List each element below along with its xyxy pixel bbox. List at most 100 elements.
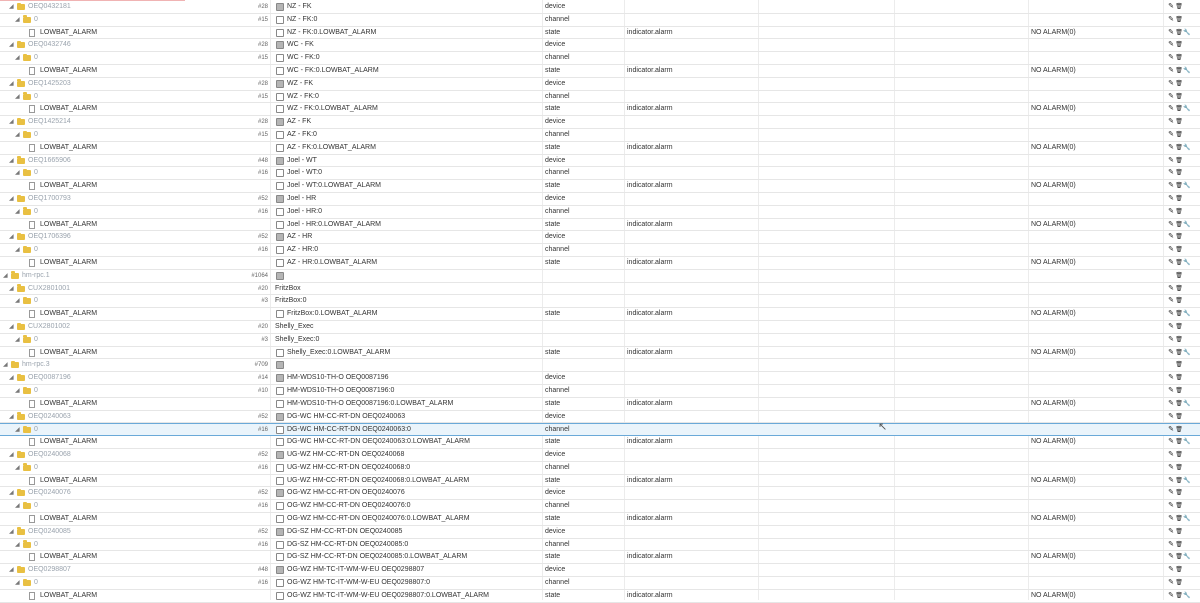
delete-icon[interactable]: 🗑 (1175, 91, 1183, 103)
expand-arrow-icon[interactable]: ◢ (15, 91, 20, 103)
wrench-icon[interactable]: 🔧 (1183, 513, 1191, 525)
edit-icon[interactable]: ✎ (1167, 411, 1175, 423)
table-row[interactable]: LOWBAT_ALARM WC - FK:0.LOWBAT_ALARM state i… (0, 65, 1200, 78)
table-row[interactable]: ◢ 0 #3 Shelly_Exec:0 ✎🗑 (0, 334, 1200, 347)
table-row[interactable]: LOWBAT_ALARM OG-WZ HM-CC-RT-DN OEQ0240076… (0, 513, 1200, 526)
table-row[interactable]: ◢ 0 #16 OG-WZ HM-TC-IT-WM-W-EU OEQ0298807:0… (0, 577, 1200, 590)
edit-icon[interactable]: ✎ (1167, 91, 1175, 103)
edit-icon[interactable]: ✎ (1167, 129, 1175, 141)
table-row[interactable]: ◢ OEQ0240068 #52 UG-WZ HM-CC-RT-DN OEQ02400… (0, 449, 1200, 462)
tree-label[interactable]: OEQ1665906 (28, 155, 71, 167)
wrench-icon[interactable]: 🔧 (1183, 65, 1191, 77)
delete-icon[interactable]: 🗑 (1175, 577, 1183, 589)
wrench-icon[interactable]: 🔧 (1183, 436, 1191, 448)
edit-icon[interactable]: ✎ (1167, 424, 1175, 435)
tree-label[interactable]: LOWBAT_ALARM (40, 103, 97, 115)
expand-arrow-icon[interactable]: ◢ (9, 155, 14, 167)
edit-icon[interactable]: ✎ (1167, 449, 1175, 461)
delete-icon[interactable]: 🗑 (1175, 449, 1183, 461)
expand-arrow-icon[interactable]: ◢ (9, 231, 14, 243)
table-row[interactable]: ◢ OEQ1700793 #52 Joel - HR device ✎🗑 (0, 193, 1200, 206)
expand-arrow-icon[interactable]: ◢ (15, 52, 20, 64)
delete-icon[interactable]: 🗑 (1175, 347, 1183, 359)
table-row[interactable]: ◢ OEQ1425203 #28 WZ - FK device ✎🗑 (0, 78, 1200, 91)
tree-label[interactable]: LOWBAT_ALARM (40, 513, 97, 525)
expand-arrow-icon[interactable]: ◢ (15, 206, 20, 218)
tree-label[interactable]: LOWBAT_ALARM (40, 347, 97, 359)
expand-arrow-icon[interactable]: ◢ (9, 526, 14, 538)
table-row[interactable]: ◢ hm-rpc.1 #1064 🗑 (0, 270, 1200, 283)
tree-label[interactable]: LOWBAT_ALARM (40, 142, 97, 154)
edit-icon[interactable]: ✎ (1167, 257, 1175, 269)
tree-label[interactable]: hm-rpc.1 (22, 270, 50, 282)
delete-icon[interactable]: 🗑 (1175, 500, 1183, 512)
edit-icon[interactable]: ✎ (1167, 1, 1175, 13)
wrench-icon[interactable]: 🔧 (1183, 180, 1191, 192)
delete-icon[interactable]: 🗑 (1175, 39, 1183, 51)
tree-label[interactable]: OEQ0240085 (28, 526, 71, 538)
tree-label[interactable]: 0 (34, 539, 38, 551)
delete-icon[interactable]: 🗑 (1175, 270, 1183, 282)
wrench-icon[interactable]: 🔧 (1183, 398, 1191, 410)
table-row[interactable]: LOWBAT_ALARM Joel - WT:0.LOWBAT_ALARM stat… (0, 180, 1200, 193)
edit-icon[interactable]: ✎ (1167, 27, 1175, 39)
tree-label[interactable]: 0 (34, 129, 38, 141)
tree-label[interactable]: LOWBAT_ALARM (40, 436, 97, 448)
table-row[interactable]: ◢ OEQ0432746 #28 WC - FK device ✎🗑 (0, 39, 1200, 53)
expand-arrow-icon[interactable]: ◢ (15, 385, 20, 397)
edit-icon[interactable]: ✎ (1167, 551, 1175, 563)
edit-icon[interactable]: ✎ (1167, 564, 1175, 576)
expand-arrow-icon[interactable]: ◢ (15, 462, 20, 474)
tree-label[interactable]: OEQ1706396 (28, 231, 71, 243)
edit-icon[interactable]: ✎ (1167, 295, 1175, 307)
table-row[interactable]: ◢ 0 #15 WC - FK:0 channel ✎🗑 (0, 52, 1200, 65)
edit-icon[interactable]: ✎ (1167, 193, 1175, 205)
tree-label[interactable]: LOWBAT_ALARM (40, 398, 97, 410)
table-row[interactable]: LOWBAT_ALARM WZ - FK:0.LOWBAT_ALARM state i… (0, 103, 1200, 117)
tree-label[interactable]: 0 (34, 577, 38, 589)
delete-icon[interactable]: 🗑 (1175, 398, 1183, 410)
expand-arrow-icon[interactable]: ◢ (15, 334, 20, 346)
table-row[interactable]: LOWBAT_ALARM UG-WZ HM-CC-RT-DN OEQ0240068… (0, 475, 1200, 488)
delete-icon[interactable]: 🗑 (1175, 78, 1183, 90)
expand-arrow-icon[interactable]: ◢ (15, 244, 20, 256)
delete-icon[interactable]: 🗑 (1175, 219, 1183, 231)
edit-icon[interactable]: ✎ (1167, 231, 1175, 243)
edit-icon[interactable]: ✎ (1167, 398, 1175, 410)
delete-icon[interactable]: 🗑 (1175, 487, 1183, 499)
edit-icon[interactable]: ✎ (1167, 116, 1175, 128)
expand-arrow-icon[interactable]: ◢ (9, 321, 14, 333)
edit-icon[interactable]: ✎ (1167, 539, 1175, 551)
edit-icon[interactable]: ✎ (1167, 283, 1175, 295)
delete-icon[interactable]: 🗑 (1175, 411, 1183, 423)
table-row[interactable]: ◢ OEQ0298807 #48 OG-WZ HM-TC-IT-WM-W-EU OEQ… (0, 564, 1200, 577)
tree-label[interactable]: 0 (34, 385, 38, 397)
delete-icon[interactable]: 🗑 (1175, 283, 1183, 295)
edit-icon[interactable]: ✎ (1167, 244, 1175, 256)
tree-label[interactable]: 0 (34, 462, 38, 474)
delete-icon[interactable]: 🗑 (1175, 551, 1183, 563)
tree-label[interactable]: CUX2801002 (28, 321, 70, 333)
edit-icon[interactable]: ✎ (1167, 155, 1175, 167)
delete-icon[interactable]: 🗑 (1175, 129, 1183, 141)
expand-arrow-icon[interactable]: ◢ (9, 283, 14, 295)
table-row[interactable]: ◢ 0 #16 OG-WZ HM-CC-RT-DN OEQ0240076:0 chann… (0, 500, 1200, 513)
table-row[interactable]: ◢ OEQ1425214 #28 AZ - FK device ✎🗑 (0, 116, 1200, 129)
wrench-icon[interactable]: 🔧 (1183, 551, 1191, 563)
edit-icon[interactable]: ✎ (1167, 321, 1175, 333)
delete-icon[interactable]: 🗑 (1175, 231, 1183, 243)
expand-arrow-icon[interactable]: ◢ (9, 411, 14, 423)
tree-label[interactable]: 0 (34, 91, 38, 103)
table-row[interactable]: LOWBAT_ALARM Joel - HR:0.LOWBAT_ALARM stat… (0, 219, 1200, 232)
table-row[interactable]: LOWBAT_ALARM DG-SZ HM-CC-RT-DN OEQ0240085… (0, 551, 1200, 565)
tree-label[interactable]: OEQ0298807 (28, 564, 71, 576)
delete-icon[interactable]: 🗑 (1175, 103, 1183, 115)
edit-icon[interactable]: ✎ (1167, 372, 1175, 384)
table-row[interactable]: ◢ 0 #10 HM-WDS10-TH-O OEQ0087196:0 channel ✎🗑 (0, 385, 1200, 398)
edit-icon[interactable]: ✎ (1167, 334, 1175, 346)
tree-label[interactable]: LOWBAT_ALARM (40, 551, 97, 563)
expand-arrow-icon[interactable]: ◢ (9, 449, 14, 461)
table-row[interactable]: ◢ CUX2801001 #20 FritzBox ✎🗑 (0, 283, 1200, 296)
delete-icon[interactable]: 🗑 (1175, 564, 1183, 576)
table-row[interactable]: ◢ 0 #16 Joel - HR:0 channel ✎🗑 (0, 206, 1200, 219)
